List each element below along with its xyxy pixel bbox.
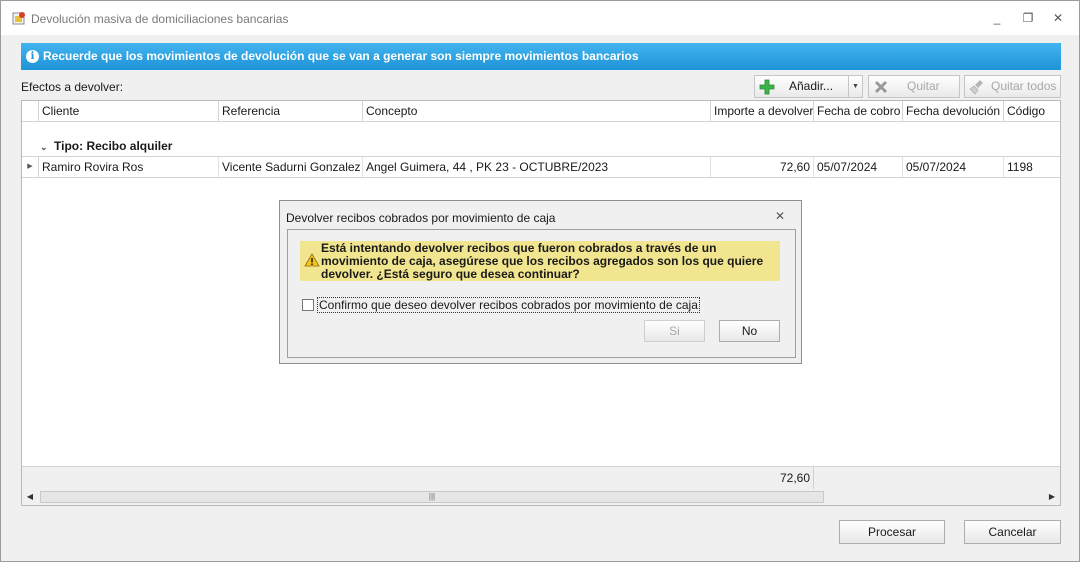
scroll-right-icon[interactable]: ▶ (1044, 489, 1060, 505)
total-importe: 72,60 (762, 467, 814, 490)
close-button[interactable]: ✕ (1048, 9, 1068, 27)
row-indicator-icon: ▶ (22, 157, 39, 177)
confirm-dialog: Devolver recibos cobrados por movimiento… (279, 200, 802, 364)
header-indicator (22, 101, 39, 122)
warning-text: Está intentando devolver recibos que fue… (321, 241, 764, 281)
cell-cliente[interactable]: Ramiro Rovira Ros (39, 157, 219, 177)
cell-codigo[interactable]: 1198 (1004, 157, 1060, 177)
add-button-label: Añadir... (789, 79, 834, 93)
effects-label: Efectos a devolver: (21, 80, 124, 94)
main-window: Devolución masiva de domiciliaciones ban… (0, 0, 1080, 562)
cell-fecha-cobro[interactable]: 05/07/2024 (814, 157, 903, 177)
cell-referencia[interactable]: Vicente Sadurni Gonzalez (219, 157, 363, 177)
confirm-checkbox-label[interactable]: Confirmo que deseo devolver recibos cobr… (317, 297, 700, 313)
column-header-fecha-cobro[interactable]: Fecha de cobro (814, 101, 903, 122)
info-banner: i Recuerde que los movimientos de devolu… (21, 43, 1061, 70)
remove-all-button[interactable]: Quitar todos (964, 75, 1061, 98)
dialog-title: Devolver recibos cobrados por movimiento… (286, 211, 556, 225)
yes-button[interactable]: Si (644, 320, 705, 342)
restore-button[interactable]: ❐ (1018, 9, 1038, 27)
column-header-importe[interactable]: Importe a devolver (711, 101, 814, 122)
column-header-codigo[interactable]: Código (1004, 101, 1060, 122)
group-label: Tipo: Recibo alquiler (54, 139, 173, 153)
chevron-down-icon[interactable]: ⌄ (40, 142, 54, 153)
dialog-panel: Está intentando devolver recibos que fue… (287, 229, 796, 358)
column-header-referencia[interactable]: Referencia (219, 101, 363, 122)
remove-all-button-label: Quitar todos (991, 79, 1057, 93)
cancel-button[interactable]: Cancelar (964, 520, 1061, 544)
no-button[interactable]: No (719, 320, 780, 342)
column-header-cliente[interactable]: Cliente (39, 101, 219, 122)
window-title: Devolución masiva de domiciliaciones ban… (31, 12, 289, 26)
process-button[interactable]: Procesar (839, 520, 945, 544)
broom-icon (969, 80, 983, 95)
grid-footer: 72,60 (22, 466, 1060, 490)
remove-button-label: Quitar (907, 79, 940, 93)
warning-icon (304, 253, 320, 267)
remove-button[interactable]: Quitar (868, 75, 960, 98)
cell-importe[interactable]: 72,60 (711, 157, 814, 177)
title-bar: Devolución masiva de domiciliaciones ban… (1, 1, 1079, 35)
info-banner-text: Recuerde que los movimientos de devoluci… (43, 49, 639, 63)
scroll-thumb[interactable]: ||| (40, 491, 824, 503)
minimize-button[interactable]: _ (987, 9, 1007, 27)
cell-fecha-devolucion[interactable]: 05/07/2024 (903, 157, 1004, 177)
column-header-fecha-devolucion[interactable]: Fecha devolución (903, 101, 1004, 122)
confirm-checkbox[interactable] (302, 299, 314, 311)
remove-x-icon (874, 80, 888, 94)
group-row[interactable]: ⌄ Tipo: Recibo alquiler (40, 139, 172, 153)
cell-concepto[interactable]: Angel Guimera, 44 , PK 23 - OCTUBRE/2023 (363, 157, 711, 177)
plus-icon (759, 79, 775, 95)
table-row[interactable]: ▶ Ramiro Rovira Ros Vicente Sadurni Gonz… (22, 156, 1060, 178)
column-header-concepto[interactable]: Concepto (363, 101, 711, 122)
horizontal-scrollbar[interactable]: ◀ ||| ▶ (22, 489, 1060, 505)
app-icon (12, 12, 25, 25)
warning-box: Está intentando devolver recibos que fue… (300, 241, 780, 281)
info-icon: i (26, 50, 39, 63)
dialog-close-icon[interactable]: ✕ (775, 209, 785, 223)
add-button[interactable]: Añadir... ▼ (754, 75, 863, 98)
scroll-left-icon[interactable]: ◀ (22, 489, 38, 505)
grid-header: Cliente Referencia Concepto Importe a de… (22, 101, 1060, 122)
chevron-down-icon[interactable]: ▼ (848, 76, 862, 97)
